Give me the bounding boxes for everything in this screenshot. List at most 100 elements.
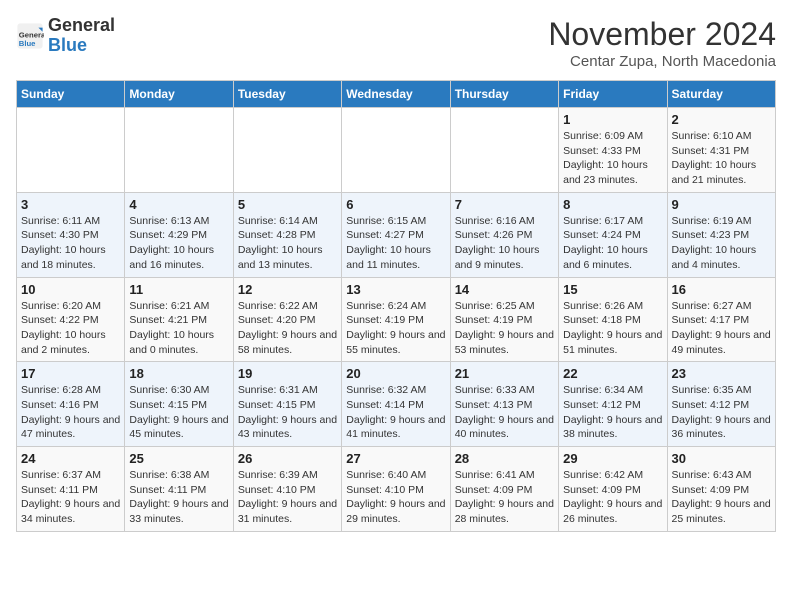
day-number: 1 bbox=[563, 112, 662, 127]
calendar-cell: 24 Sunrise: 6:37 AM Sunset: 4:11 PM Dayli… bbox=[17, 447, 125, 532]
day-number: 7 bbox=[455, 197, 554, 212]
calendar-cell: 4Sunrise: 6:13 AM Sunset: 4:29 PM Daylig… bbox=[125, 192, 233, 277]
day-number: 6 bbox=[346, 197, 445, 212]
calendar-cell bbox=[450, 108, 558, 193]
svg-text:General: General bbox=[19, 30, 44, 39]
calendar-cell: 16 Sunrise: 6:27 AM Sunset: 4:17 PM Dayli… bbox=[667, 277, 775, 362]
day-number: 12 bbox=[238, 282, 337, 297]
day-info: Sunrise: 6:21 AM Sunset: 4:21 PM Dayligh… bbox=[129, 299, 228, 358]
weekday-header: Wednesday bbox=[342, 81, 450, 108]
day-info: Sunrise: 6:17 AM Sunset: 4:24 PM Dayligh… bbox=[563, 214, 662, 273]
day-number: 19 bbox=[238, 366, 337, 381]
day-info: Sunrise: 6:42 AM Sunset: 4:09 PM Dayligh… bbox=[563, 468, 662, 527]
calendar-cell: 2 Sunrise: 6:10 AM Sunset: 4:31 PM Daylig… bbox=[667, 108, 775, 193]
calendar-cell: 21 Sunrise: 6:33 AM Sunset: 4:13 PM Dayli… bbox=[450, 362, 558, 447]
day-number: 21 bbox=[455, 366, 554, 381]
day-info: Sunrise: 6:37 AM Sunset: 4:11 PM Dayligh… bbox=[21, 468, 120, 527]
calendar-cell: 13 Sunrise: 6:24 AM Sunset: 4:19 PM Dayli… bbox=[342, 277, 450, 362]
weekday-header: Monday bbox=[125, 81, 233, 108]
day-number: 2 bbox=[672, 112, 771, 127]
day-info: Sunrise: 6:13 AM Sunset: 4:29 PM Dayligh… bbox=[129, 214, 228, 273]
calendar-cell bbox=[342, 108, 450, 193]
calendar-cell: 26Sunrise: 6:39 AM Sunset: 4:10 PM Dayli… bbox=[233, 447, 341, 532]
calendar-cell: 30 Sunrise: 6:43 AM Sunset: 4:09 PM Dayli… bbox=[667, 447, 775, 532]
title-block: November 2024 Centar Zupa, North Macedon… bbox=[548, 16, 776, 70]
day-number: 25 bbox=[129, 451, 228, 466]
calendar-cell bbox=[125, 108, 233, 193]
calendar-week-row: 1Sunrise: 6:09 AM Sunset: 4:33 PM Daylig… bbox=[17, 108, 776, 193]
day-number: 9 bbox=[672, 197, 771, 212]
calendar-cell: 18Sunrise: 6:30 AM Sunset: 4:15 PM Dayli… bbox=[125, 362, 233, 447]
day-info: Sunrise: 6:30 AM Sunset: 4:15 PM Dayligh… bbox=[129, 383, 228, 442]
logo-text: General Blue bbox=[48, 16, 115, 56]
svg-text:Blue: Blue bbox=[19, 39, 36, 48]
calendar-cell: 27 Sunrise: 6:40 AM Sunset: 4:10 PM Dayli… bbox=[342, 447, 450, 532]
day-info: Sunrise: 6:10 AM Sunset: 4:31 PM Dayligh… bbox=[672, 129, 771, 188]
day-number: 23 bbox=[672, 366, 771, 381]
day-info: Sunrise: 6:33 AM Sunset: 4:13 PM Dayligh… bbox=[455, 383, 554, 442]
day-info: Sunrise: 6:20 AM Sunset: 4:22 PM Dayligh… bbox=[21, 299, 120, 358]
day-info: Sunrise: 6:32 AM Sunset: 4:14 PM Dayligh… bbox=[346, 383, 445, 442]
day-number: 8 bbox=[563, 197, 662, 212]
day-number: 20 bbox=[346, 366, 445, 381]
day-info: Sunrise: 6:43 AM Sunset: 4:09 PM Dayligh… bbox=[672, 468, 771, 527]
day-number: 5 bbox=[238, 197, 337, 212]
calendar-cell: 1Sunrise: 6:09 AM Sunset: 4:33 PM Daylig… bbox=[559, 108, 667, 193]
calendar-cell: 3 Sunrise: 6:11 AM Sunset: 4:30 PM Daylig… bbox=[17, 192, 125, 277]
location: Centar Zupa, North Macedonia bbox=[548, 53, 776, 70]
day-info: Sunrise: 6:35 AM Sunset: 4:12 PM Dayligh… bbox=[672, 383, 771, 442]
calendar-cell bbox=[17, 108, 125, 193]
weekday-header: Sunday bbox=[17, 81, 125, 108]
calendar-cell: 10Sunrise: 6:20 AM Sunset: 4:22 PM Dayli… bbox=[17, 277, 125, 362]
day-number: 22 bbox=[563, 366, 662, 381]
day-info: Sunrise: 6:25 AM Sunset: 4:19 PM Dayligh… bbox=[455, 299, 554, 358]
day-info: Sunrise: 6:39 AM Sunset: 4:10 PM Dayligh… bbox=[238, 468, 337, 527]
logo-icon: General Blue bbox=[16, 22, 44, 50]
day-info: Sunrise: 6:24 AM Sunset: 4:19 PM Dayligh… bbox=[346, 299, 445, 358]
calendar-cell: 23 Sunrise: 6:35 AM Sunset: 4:12 PM Dayli… bbox=[667, 362, 775, 447]
logo: General Blue General Blue bbox=[16, 16, 115, 56]
day-info: Sunrise: 6:40 AM Sunset: 4:10 PM Dayligh… bbox=[346, 468, 445, 527]
calendar-cell: 20 Sunrise: 6:32 AM Sunset: 4:14 PM Dayli… bbox=[342, 362, 450, 447]
weekday-header: Tuesday bbox=[233, 81, 341, 108]
logo-blue: Blue bbox=[48, 36, 115, 56]
calendar-cell: 22 Sunrise: 6:34 AM Sunset: 4:12 PM Dayli… bbox=[559, 362, 667, 447]
day-number: 28 bbox=[455, 451, 554, 466]
day-number: 11 bbox=[129, 282, 228, 297]
day-info: Sunrise: 6:38 AM Sunset: 4:11 PM Dayligh… bbox=[129, 468, 228, 527]
day-number: 15 bbox=[563, 282, 662, 297]
calendar-cell bbox=[233, 108, 341, 193]
day-number: 3 bbox=[21, 197, 120, 212]
calendar-header-row: SundayMondayTuesdayWednesdayThursdayFrid… bbox=[17, 81, 776, 108]
calendar-table: SundayMondayTuesdayWednesdayThursdayFrid… bbox=[16, 80, 776, 532]
calendar-cell: 28 Sunrise: 6:41 AM Sunset: 4:09 PM Dayli… bbox=[450, 447, 558, 532]
calendar-cell: 7Sunrise: 6:16 AM Sunset: 4:26 PM Daylig… bbox=[450, 192, 558, 277]
day-info: Sunrise: 6:34 AM Sunset: 4:12 PM Dayligh… bbox=[563, 383, 662, 442]
day-number: 14 bbox=[455, 282, 554, 297]
month-title: November 2024 bbox=[548, 16, 776, 53]
day-number: 27 bbox=[346, 451, 445, 466]
day-info: Sunrise: 6:28 AM Sunset: 4:16 PM Dayligh… bbox=[21, 383, 120, 442]
day-info: Sunrise: 6:22 AM Sunset: 4:20 PM Dayligh… bbox=[238, 299, 337, 358]
day-number: 24 bbox=[21, 451, 120, 466]
day-info: Sunrise: 6:27 AM Sunset: 4:17 PM Dayligh… bbox=[672, 299, 771, 358]
calendar-cell: 17 Sunrise: 6:28 AM Sunset: 4:16 PM Dayli… bbox=[17, 362, 125, 447]
day-info: Sunrise: 6:41 AM Sunset: 4:09 PM Dayligh… bbox=[455, 468, 554, 527]
day-info: Sunrise: 6:11 AM Sunset: 4:30 PM Dayligh… bbox=[21, 214, 120, 273]
calendar-cell: 9Sunrise: 6:19 AM Sunset: 4:23 PM Daylig… bbox=[667, 192, 775, 277]
day-info: Sunrise: 6:14 AM Sunset: 4:28 PM Dayligh… bbox=[238, 214, 337, 273]
logo-general: General bbox=[48, 16, 115, 36]
calendar-week-row: 3 Sunrise: 6:11 AM Sunset: 4:30 PM Daylig… bbox=[17, 192, 776, 277]
day-number: 13 bbox=[346, 282, 445, 297]
weekday-header: Saturday bbox=[667, 81, 775, 108]
calendar-week-row: 24 Sunrise: 6:37 AM Sunset: 4:11 PM Dayli… bbox=[17, 447, 776, 532]
day-number: 30 bbox=[672, 451, 771, 466]
weekday-header: Friday bbox=[559, 81, 667, 108]
page-header: General Blue General Blue November 2024 … bbox=[16, 16, 776, 70]
day-info: Sunrise: 6:31 AM Sunset: 4:15 PM Dayligh… bbox=[238, 383, 337, 442]
calendar-cell: 29Sunrise: 6:42 AM Sunset: 4:09 PM Dayli… bbox=[559, 447, 667, 532]
day-number: 16 bbox=[672, 282, 771, 297]
calendar-cell: 15Sunrise: 6:26 AM Sunset: 4:18 PM Dayli… bbox=[559, 277, 667, 362]
day-number: 17 bbox=[21, 366, 120, 381]
calendar-week-row: 10Sunrise: 6:20 AM Sunset: 4:22 PM Dayli… bbox=[17, 277, 776, 362]
